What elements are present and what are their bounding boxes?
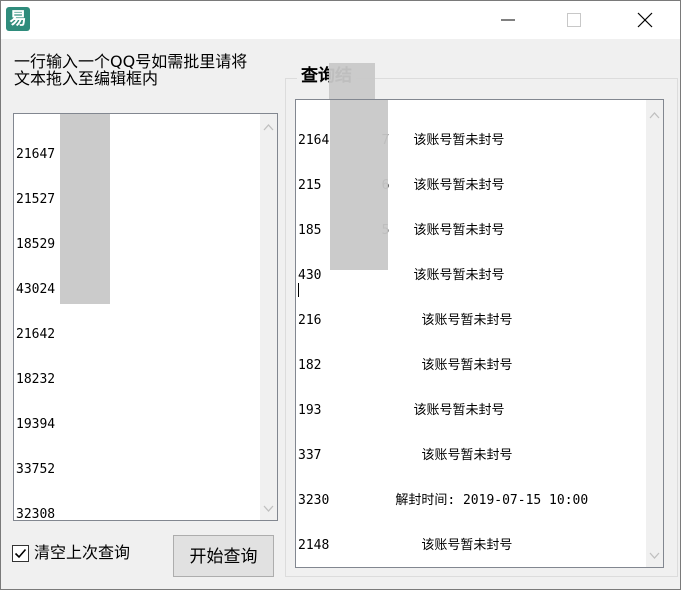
result-line: 2148 该账号暂未封号 [298,538,588,553]
result-editbox[interactable]: 21647该账号暂未封号 2156该账号暂未封号 1855该账号暂未封号 430… [295,99,664,568]
result-id: 430 [298,268,322,283]
close-icon [637,12,653,28]
result-line: 216 该账号暂未封号 [298,313,588,328]
result-status: 该账号暂未封号 [413,223,505,238]
qq-input-editbox[interactable]: 21647 21527 18529 43024 21642 18232 1939… [13,113,278,521]
scroll-up-arrow-icon[interactable] [649,110,660,121]
app-window: 易 一行输入一个QQ号如需批里请将 文本拖入至编辑框内 21647 21527 … [0,0,681,590]
result-line: 193 该账号暂未封号 [298,403,588,418]
result-id: 2148 [298,538,330,553]
result-status: 该账号暂未封号 [421,448,513,463]
input-line: 21647 [16,147,56,162]
maximize-button[interactable] [551,1,597,39]
result-id: 3230 [298,493,330,508]
result-id: 193 [298,403,322,418]
input-lines: 21647 21527 18529 43024 21642 18232 1939… [16,117,63,521]
instruction-line-1: 一行输入一个QQ号如需批里请将 [14,52,248,71]
close-button[interactable] [622,1,668,39]
result-status: 该账号暂未封号 [421,538,513,553]
result-id: 182 [298,358,322,373]
input-line: 21642 [16,327,56,342]
input-scrollbar[interactable] [260,114,277,520]
result-id: 2164 [298,133,330,148]
minimize-icon [501,19,515,21]
checkbox-label: 清空上次查询 [34,543,131,562]
title-bar[interactable]: 易 [1,1,680,39]
result-status: 该账号暂未封号 [413,268,505,283]
input-line: 33752 [16,462,56,477]
input-line: 19394 [16,417,56,432]
redaction-blur [60,114,110,304]
instruction-line-2: 文本拖入至编辑框内 [14,69,159,88]
input-line: 43024 [16,282,56,297]
start-query-button[interactable]: 开始查询 [173,535,274,577]
input-line: 18232 [16,372,56,387]
result-status: 该账号暂未封号 [421,358,513,373]
app-icon: 易 [6,7,30,31]
checkmark-icon [14,548,27,559]
text-caret [298,283,299,297]
result-line: 3230 解封时间: 2019-07-15 10:00 [298,493,588,508]
result-id: 185 [298,223,322,238]
result-status: 该账号暂未封号 [413,403,505,418]
input-line: 32308 [16,507,56,521]
scroll-up-arrow-icon[interactable] [263,122,274,133]
result-line: 182 该账号暂未封号 [298,358,588,373]
result-status: 该账号暂未封号 [413,178,505,193]
result-id: 215 [298,178,322,193]
input-line: 18529 [16,237,56,252]
input-line: 21527 [16,192,56,207]
result-line: 430 该账号暂未封号 [298,268,588,283]
scroll-down-arrow-icon[interactable] [263,503,274,514]
redaction-blur [330,100,388,270]
checkbox-box[interactable] [12,545,29,562]
minimize-button[interactable] [485,1,531,39]
scroll-down-arrow-icon[interactable] [649,550,660,561]
result-status: 该账号暂未封号 [421,313,513,328]
result-id: 216 [298,313,322,328]
result-status: 该账号暂未封号 [413,133,505,148]
result-id: 337 [298,448,322,463]
result-scrollbar[interactable] [646,100,663,567]
redaction-blur [329,63,375,99]
app-icon-glyph: 易 [9,9,27,29]
maximize-icon [567,13,581,27]
result-status: 解封时间: 2019-07-15 10:00 [395,493,589,508]
result-line: 337 该账号暂未封号 [298,448,588,463]
